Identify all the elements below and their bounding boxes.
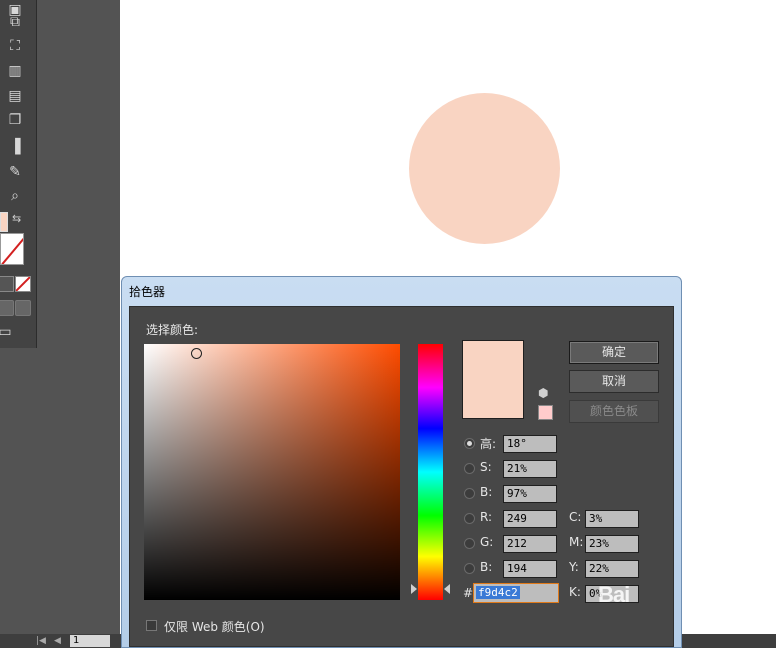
magenta-input[interactable]: 23% [585, 535, 639, 553]
yellow-input[interactable]: 22% [585, 560, 639, 578]
red-radio[interactable] [464, 513, 475, 524]
select-color-label: 选择颜色: [146, 323, 199, 337]
red-input[interactable]: 249 [503, 510, 557, 528]
hue-input[interactable]: 18° [503, 435, 557, 453]
green-radio[interactable] [464, 538, 475, 549]
blend-tool-icon[interactable]: ❐ [4, 110, 26, 130]
none-color-icon[interactable] [15, 276, 31, 292]
hex-prefix-label: # [463, 586, 474, 600]
color-swatches-button[interactable]: 颜色色板 [569, 400, 659, 423]
gradient-tool-icon[interactable]: ▤ [4, 86, 26, 106]
fill-color-swatch[interactable] [0, 212, 8, 232]
black-label: K: [569, 585, 581, 599]
cyan-label: C: [569, 510, 582, 524]
page-number-field[interactable]: 1 [70, 635, 110, 647]
hue-slider-left-handle[interactable] [411, 584, 417, 594]
symbol-sprayer-tool-icon[interactable]: ▥ [4, 61, 26, 81]
red-label: R: [480, 510, 493, 524]
stroke-color-swatch[interactable] [0, 233, 24, 265]
web-only-label: 仅限 Web 颜色(O) [164, 620, 265, 634]
cancel-button[interactable]: 取消 [569, 370, 659, 393]
magenta-label: M: [569, 535, 584, 549]
eyedropper-tool-icon[interactable]: ✎ [4, 162, 26, 182]
web-only-checkbox[interactable] [146, 620, 157, 631]
saturation-radio[interactable] [464, 463, 475, 474]
color-picker-dialog: 拾色器 选择颜色: ⬢ 确定 取消 颜色色板 高: 18° S: 21% B: … [121, 276, 682, 648]
web-safe-color-swatch[interactable] [538, 405, 553, 420]
hue-slider-right-handle[interactable] [444, 584, 450, 594]
new-color-preview [462, 340, 524, 419]
cyan-input[interactable]: 3% [585, 510, 639, 528]
saturation-input[interactable]: 21% [503, 460, 557, 478]
saturation-brightness-field[interactable] [144, 344, 400, 600]
draw-behind-icon[interactable] [15, 300, 31, 316]
scale-tool-icon[interactable]: ⧉ [4, 12, 26, 32]
blue-radio[interactable] [464, 563, 475, 574]
prev-page-icon[interactable]: ◀ [54, 634, 61, 648]
baidu-watermark: Bai [598, 582, 630, 607]
hue-label: 高: [480, 437, 497, 451]
color-mode-icon[interactable] [0, 276, 14, 292]
hue-radio[interactable] [464, 438, 475, 449]
dialog-title: 拾色器 [129, 285, 166, 299]
dialog-body: 选择颜色: ⬢ 确定 取消 颜色色板 高: 18° S: 21% B: 97% … [129, 306, 674, 647]
brightness-label: B: [480, 485, 493, 499]
hex-input[interactable]: f9d4c2 [473, 583, 559, 603]
blue-label: B: [480, 560, 493, 574]
brightness-input[interactable]: 97% [503, 485, 557, 503]
free-transform-tool-icon[interactable]: ⛶ [4, 36, 26, 56]
yellow-label: Y: [569, 560, 579, 574]
brightness-radio[interactable] [464, 488, 475, 499]
screen-mode-icon[interactable]: ▭ [0, 322, 16, 342]
first-page-icon[interactable]: |◀ [36, 634, 46, 648]
tools-panel: ▣ ⧉ ⛶ ▥ ▤ ❐ ▐ ✎ ⌕ ⇆ ▭ [0, 0, 37, 348]
hue-slider[interactable] [418, 344, 443, 600]
ok-button[interactable]: 确定 [569, 341, 659, 364]
swap-fill-stroke-icon[interactable]: ⇆ [12, 212, 21, 225]
green-input[interactable]: 212 [503, 535, 557, 553]
zoom-tool-icon[interactable]: ⌕ [4, 186, 26, 206]
column-graph-tool-icon[interactable]: ▐ [4, 137, 26, 157]
canvas-circle-shape[interactable] [409, 93, 560, 244]
saturation-label: S: [480, 460, 492, 474]
hex-value-selected: f9d4c2 [476, 586, 520, 599]
out-of-web-gamut-cube-icon[interactable]: ⬢ [538, 386, 548, 400]
green-label: G: [480, 535, 494, 549]
blue-input[interactable]: 194 [503, 560, 557, 578]
draw-normal-icon[interactable] [0, 300, 14, 316]
color-picker-cursor[interactable] [191, 348, 202, 359]
